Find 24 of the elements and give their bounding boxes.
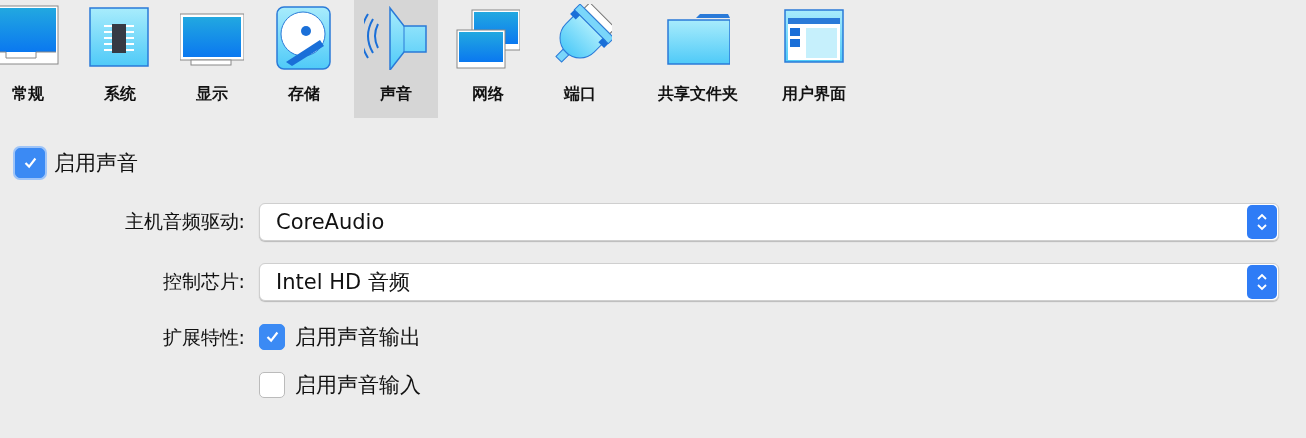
toolbar-tab[interactable]: 端口 bbox=[538, 0, 622, 118]
toolbar-tab[interactable]: 显示 bbox=[170, 0, 254, 118]
checkbox[interactable] bbox=[15, 148, 45, 178]
toolbar-tab[interactable]: 共享文件夹 bbox=[642, 0, 754, 118]
checkbox[interactable] bbox=[259, 372, 285, 398]
chip-icon bbox=[88, 4, 152, 70]
toolbar-tab[interactable]: 网络 bbox=[446, 0, 530, 118]
field-label: 主机音频驱动: bbox=[123, 209, 245, 234]
field-label: 扩展特性: bbox=[161, 325, 245, 350]
toolbar-tab[interactable]: 声音 bbox=[354, 0, 438, 118]
checkbox-label: 启用声音 bbox=[54, 150, 138, 177]
field-label: 控制芯片: bbox=[161, 269, 245, 294]
dropdown[interactable]: CoreAudio bbox=[259, 203, 1279, 241]
toolbar-tab[interactable]: 系统 bbox=[78, 0, 162, 118]
toolbar-tab[interactable]: 存储 bbox=[262, 0, 346, 118]
checkbox[interactable] bbox=[259, 324, 285, 350]
stepper-icon bbox=[1256, 271, 1268, 293]
dropdown[interactable]: Intel HD 音频 bbox=[259, 263, 1279, 301]
speaker-icon bbox=[364, 4, 428, 70]
checkbox-label: 启用声音输出 bbox=[295, 324, 421, 351]
stepper-icon bbox=[1256, 211, 1268, 233]
checkbox-label: 启用声音输入 bbox=[295, 372, 421, 399]
toolbar-tab[interactable]: 用户界面 bbox=[772, 0, 856, 118]
toolbar-tab[interactable]: 常规 bbox=[0, 0, 70, 118]
